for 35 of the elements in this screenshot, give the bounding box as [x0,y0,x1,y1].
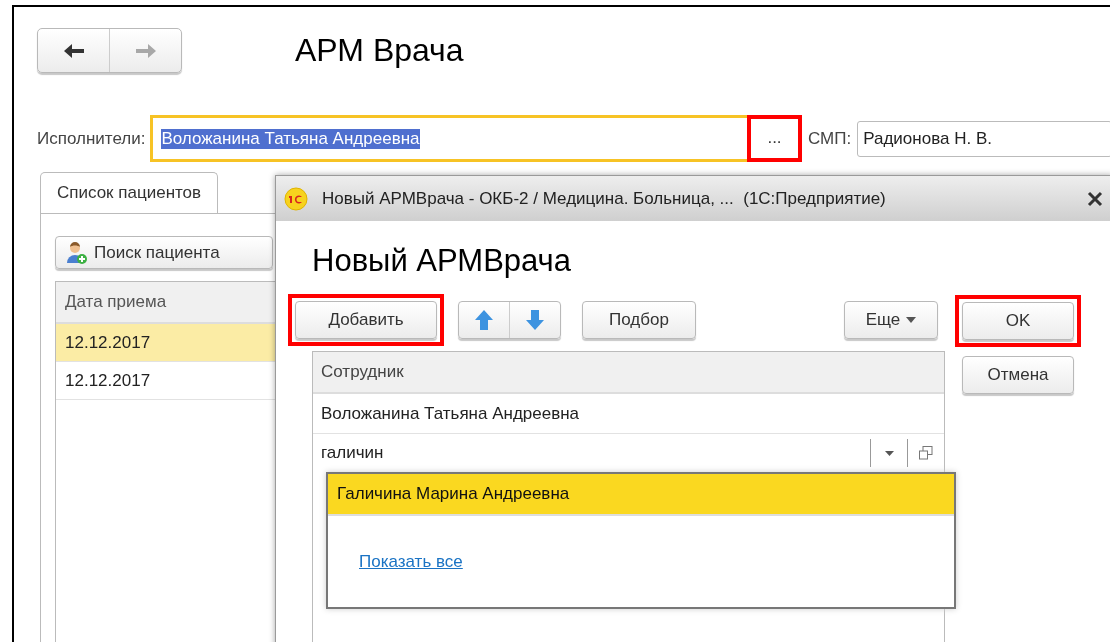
input-field[interactable]: галичин [313,443,870,463]
dialog-title: Новый АРМВрача - ОКБ-2 / Медицина. Больница, ... (1С:Предприятие) [322,188,887,209]
cancel-button[interactable]: Отмена [962,356,1074,394]
show-all-link[interactable]: Показать все [359,552,463,572]
table-cell: 12.12.2017 [65,370,151,391]
field-value: Воложанина Татьяна Андреевна [161,128,420,149]
table-cell: Воложанина Татьяна Андреевна [313,394,944,434]
field-label: СМП: [808,128,852,149]
table-cell: 12.12.2017 [65,332,151,353]
left-arrow-icon [62,41,85,60]
page-title: АРМ Врача [295,32,464,69]
app-logo-icon [284,186,308,211]
toolbar-button[interactable]: Подбор [582,301,696,339]
dialog-heading: Новый АРМВрача [312,243,571,279]
up-arrow-icon [474,309,494,331]
down-arrow-icon [525,309,545,331]
table-row[interactable]: 12.12.2017 [56,324,276,362]
column-header: Сотрудник [313,352,944,394]
column-header: Дата приема [56,282,276,324]
ok-button[interactable]: OK [962,302,1074,340]
toolbar-button[interactable]: Добавить [295,301,437,339]
search-patient-button[interactable]: Поиск пациента [55,236,273,269]
caret-icon [906,317,917,323]
smp-field[interactable]: Радионова Н. В. [857,120,1110,157]
right-arrow-icon [134,41,157,60]
select-button[interactable]: ... [747,115,802,162]
close-icon[interactable] [1086,189,1104,208]
more-menu-button[interactable]: Еще [844,301,938,339]
dropdown-icon[interactable] [884,450,894,456]
performers-field[interactable]: Воложанина Татьяна Андреевна ... [150,115,802,162]
open-icon[interactable] [918,445,934,461]
dropdown-item[interactable]: Галичина Марина Андреевна [328,474,954,516]
add-user-icon [66,240,88,265]
tab[interactable]: Список пациентов [40,172,219,213]
field-label: Исполнители: [37,128,146,149]
